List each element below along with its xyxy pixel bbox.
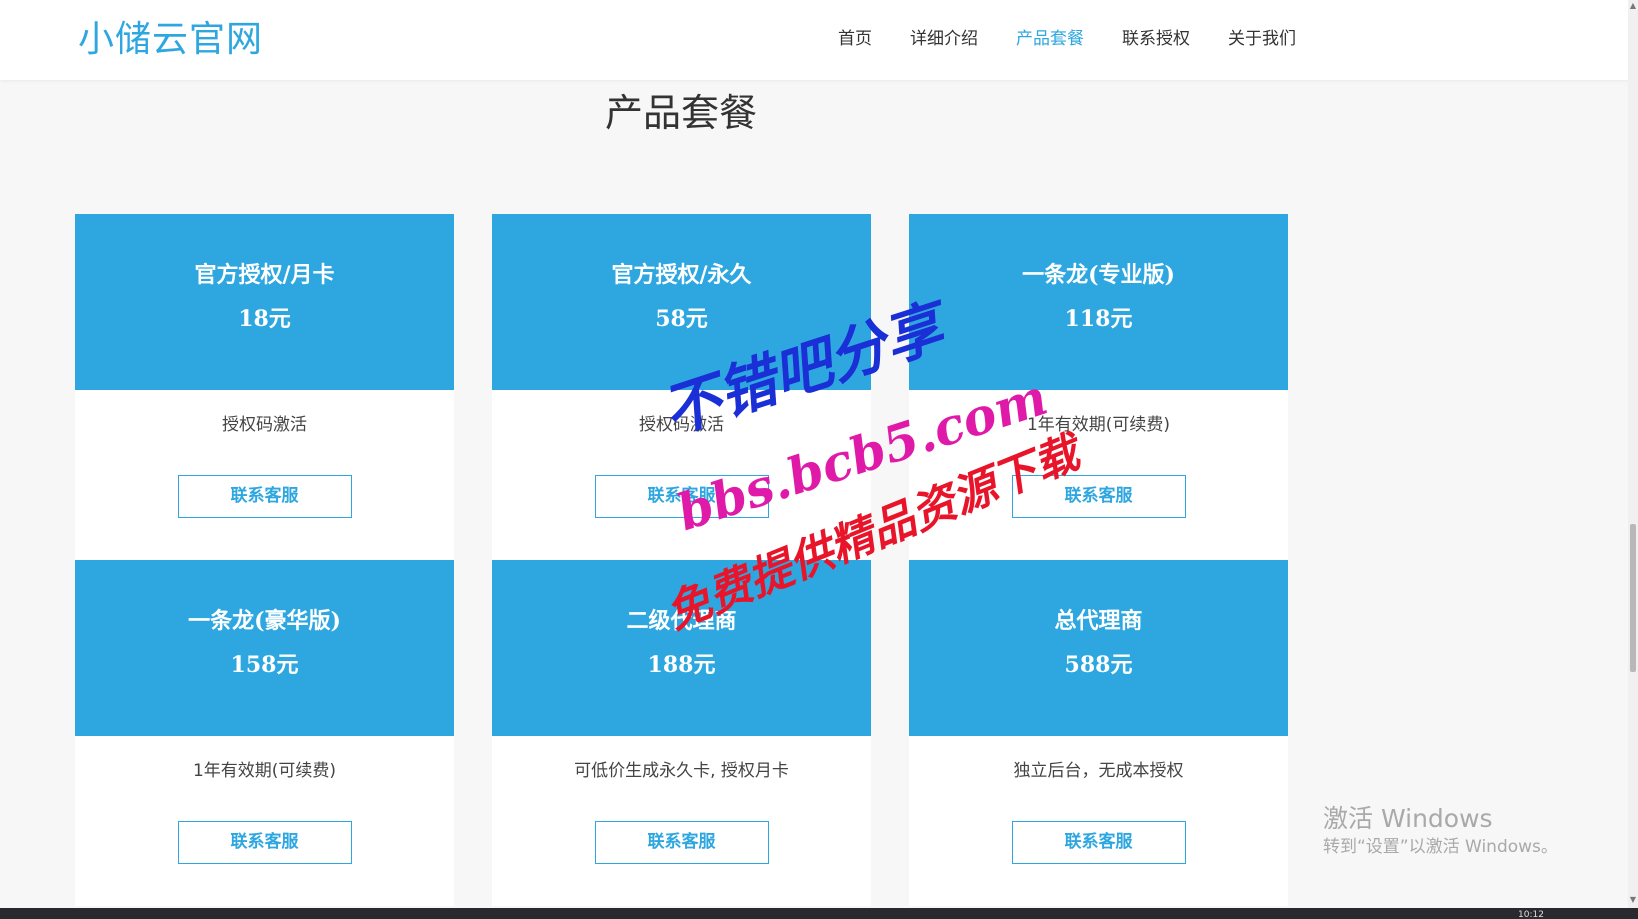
windows-activation-notice: 激活 Windows 转到“设置”以激活 Windows。 (1323, 804, 1558, 858)
contact-service-button[interactable]: 联系客服 (177, 475, 352, 518)
nav-item-license[interactable]: 联系授权 (1122, 24, 1190, 49)
card-header: 官方授权/月卡 18元 (75, 214, 454, 390)
nav-item-home[interactable]: 首页 (838, 24, 872, 49)
package-card: 一条龙(豪华版) 158元 1年有效期(可续费) 联系客服 (75, 560, 454, 906)
card-name: 总代理商 (1054, 608, 1143, 634)
card-price: 588元 (1064, 652, 1133, 678)
page-scrollbar[interactable] (1628, 0, 1638, 908)
contact-service-button[interactable]: 联系客服 (594, 821, 769, 864)
scroll-down-arrow-icon[interactable]: ▼ (1629, 896, 1637, 904)
card-description: 可低价生成永久卡, 授权月卡 (574, 761, 789, 781)
contact-service-button[interactable]: 联系客服 (177, 821, 352, 864)
card-name: 一条龙(专业版) (1022, 262, 1175, 288)
main-nav: 首页 详细介绍 产品套餐 联系授权 关于我们 (838, 24, 1334, 49)
contact-service-button[interactable]: 联系客服 (1011, 821, 1186, 864)
card-name: 官方授权/月卡 (194, 262, 335, 288)
card-description: 独立后台，无成本授权 (1013, 761, 1184, 781)
card-price: 118元 (1064, 306, 1133, 332)
site-header: 小储云官网 首页 详细介绍 产品套餐 联系授权 关于我们 (0, 0, 1630, 80)
card-description: 1年有效期(可续费) (192, 761, 337, 781)
taskbar-clock: 10:12 (1518, 910, 1544, 919)
scroll-up-arrow-icon[interactable]: ▲ (1629, 2, 1637, 10)
card-header: 一条龙(豪华版) 158元 (75, 560, 454, 736)
package-card: 官方授权/月卡 18元 授权码激活 联系客服 (75, 214, 454, 560)
taskbar (0, 908, 1638, 919)
section-title: 产品套餐 (604, 91, 757, 135)
scrollbar-thumb[interactable] (1630, 524, 1636, 672)
card-name: 一条龙(豪华版) (188, 608, 341, 634)
card-header: 一条龙(专业版) 118元 (909, 214, 1288, 390)
card-header: 总代理商 588元 (909, 560, 1288, 736)
card-description: 授权码激活 (222, 415, 307, 435)
card-price: 18元 (238, 306, 291, 332)
card-price: 158元 (230, 652, 299, 678)
nav-item-about[interactable]: 关于我们 (1228, 24, 1296, 49)
nav-item-details[interactable]: 详细介绍 (910, 24, 978, 49)
activation-title: 激活 Windows (1323, 804, 1493, 833)
nav-item-packages[interactable]: 产品套餐 (1016, 24, 1084, 49)
package-card: 总代理商 588元 独立后台，无成本授权 联系客服 (909, 560, 1288, 906)
site-logo[interactable]: 小储云官网 (78, 10, 263, 62)
card-name: 官方授权/永久 (611, 262, 752, 288)
card-price: 188元 (647, 652, 716, 678)
activation-subtitle: 转到“设置”以激活 Windows。 (1323, 837, 1558, 857)
page: 小储云官网 首页 详细介绍 产品套餐 联系授权 关于我们 产品套餐 官方授权/月… (0, 0, 1638, 919)
